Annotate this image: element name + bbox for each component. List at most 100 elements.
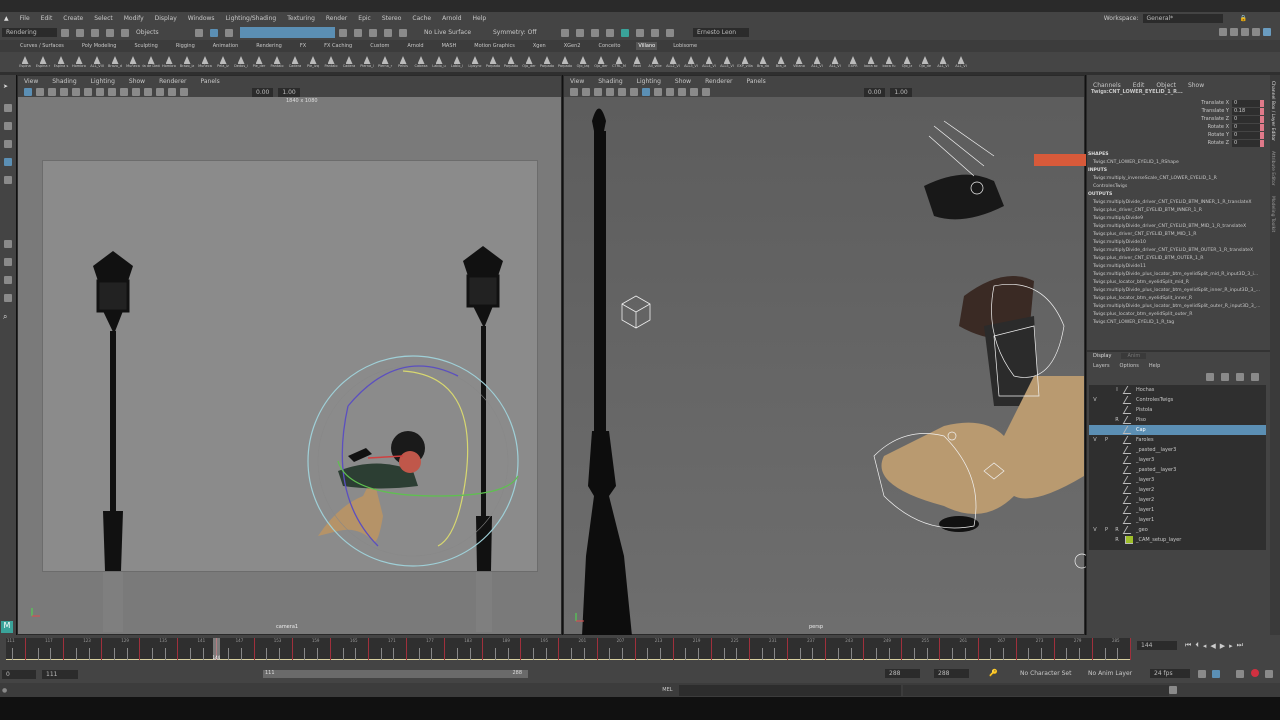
channel-name[interactable]: Rotate X xyxy=(1208,124,1229,130)
channel-row[interactable]: Rotate Z0 xyxy=(1087,139,1264,147)
layer-visibility-toggle[interactable]: V xyxy=(1089,397,1101,403)
layer-row[interactable]: _layer3 xyxy=(1089,475,1266,485)
shelf-button[interactable]: Pantalo xyxy=(268,56,286,68)
shelf-button[interactable]: Pierna_r xyxy=(376,56,394,68)
lasso-tool-icon[interactable] xyxy=(4,104,12,112)
shelf-tab[interactable]: XGen2 xyxy=(562,42,583,50)
layer-name[interactable]: _layer2 xyxy=(1136,487,1154,493)
layer-row[interactable]: _layer3 xyxy=(1089,455,1266,465)
channel-row[interactable]: Rotate X0 xyxy=(1087,123,1264,131)
rotate-tool-icon[interactable] xyxy=(4,158,12,166)
layer-name[interactable]: _pasted__layer3 xyxy=(1136,467,1176,473)
layer-color-swatch[interactable] xyxy=(1122,406,1136,414)
menu-lighting-shading[interactable]: Lighting/Shading xyxy=(226,15,277,22)
layer-name[interactable]: _geo xyxy=(1136,527,1148,533)
layer-row[interactable]: I Hochas xyxy=(1089,385,1266,395)
menu-set-select[interactable]: Rendering xyxy=(2,28,57,37)
shelf-button[interactable]: Labio_u xyxy=(430,56,448,68)
shelf-button[interactable]: Parpado xyxy=(538,56,556,68)
ipr-render-icon[interactable] xyxy=(591,28,599,37)
channel-menu-show[interactable]: Show xyxy=(1188,82,1204,89)
shelf-button[interactable]: Dedos_i xyxy=(232,56,250,68)
layer-row[interactable]: _layer2 xyxy=(1089,495,1266,505)
outliner-layout-icon[interactable] xyxy=(4,294,12,302)
viewport-persp[interactable]: View Shading Lighting Show Renderer Panels 0.… xyxy=(563,75,1086,636)
shelf-tab[interactable]: Poly Modeling xyxy=(80,42,119,50)
shelf-button[interactable]: Pie_izq xyxy=(304,56,322,68)
selection-mode-select[interactable]: Objects xyxy=(136,29,191,36)
shelf-tab[interactable]: FX xyxy=(298,42,308,50)
object-mode-icon[interactable] xyxy=(210,28,218,37)
shelf-button[interactable]: Brazo_d xyxy=(106,56,124,68)
menu-display[interactable]: Display xyxy=(155,15,177,22)
shelf-button[interactable]: Hombro xyxy=(160,56,178,68)
shelf-button[interactable]: Ojo_der xyxy=(592,56,610,68)
menu-epic[interactable]: Epic xyxy=(358,15,371,22)
output-node[interactable]: Twigs:multiplyDivide_plus_locator_btm_ey… xyxy=(1087,287,1270,295)
menu-texturing[interactable]: Texturing xyxy=(287,15,315,22)
live-surface-field[interactable]: No Live Surface xyxy=(424,29,479,36)
time-slider[interactable]: 111 117 123 129 135 141 147 153 159 165 171 177 183 1… xyxy=(6,638,1131,660)
shelf-button[interactable]: Hombro xyxy=(70,56,88,68)
pause-viewport-icon[interactable] xyxy=(666,28,674,37)
user-account-button[interactable]: Ernesto Leon xyxy=(693,28,749,37)
shelf-tab[interactable]: Animation xyxy=(211,42,241,50)
output-node[interactable]: Twigs:plus_locator_btm_eyelidSplit_mid_R xyxy=(1087,279,1270,287)
shelf-tab[interactable]: Custom xyxy=(368,42,391,50)
shelf-button[interactable]: Espina r xyxy=(34,56,52,68)
play-backwards-icon[interactable]: ◀ xyxy=(1210,642,1215,650)
menu-render[interactable]: Render xyxy=(326,15,347,22)
range-slider[interactable]: 111 288 xyxy=(263,670,528,678)
shelf-button[interactable]: Ojo_der xyxy=(520,56,538,68)
step-back-key-icon[interactable]: ◂ xyxy=(1203,642,1207,650)
layer-name[interactable]: _CAM_setup_layer xyxy=(1136,537,1181,543)
shelf-button[interactable]: Muñeca xyxy=(196,56,214,68)
layer-row[interactable]: _pasted__layer3 xyxy=(1089,465,1266,475)
shape-node[interactable]: Twigs:CNT_LOWER_EYELID_1_RShape xyxy=(1087,159,1270,167)
shelf-button[interactable]: ALL_VI xyxy=(952,56,970,68)
layer-reference-toggle[interactable]: R xyxy=(1112,417,1122,423)
sound-icon[interactable] xyxy=(1236,670,1244,678)
shelf-tab[interactable]: Curves / Surfaces xyxy=(18,42,66,50)
new-scene-icon[interactable] xyxy=(61,28,69,37)
shelf-button[interactable]: Ojo_de xyxy=(916,56,934,68)
layer-color-swatch[interactable] xyxy=(1122,456,1136,464)
move-tool-icon[interactable] xyxy=(4,140,12,148)
layer-color-swatch[interactable] xyxy=(1125,536,1133,544)
fps-select[interactable]: 24 fps xyxy=(1150,669,1190,678)
modeling-toolkit-icon[interactable] xyxy=(1219,28,1227,36)
shelf-button[interactable]: Cabeza xyxy=(412,56,430,68)
workspace-select[interactable]: General* xyxy=(1142,14,1223,23)
humanik-icon[interactable] xyxy=(1230,28,1238,36)
layer-reference-toggle[interactable]: I xyxy=(1112,387,1122,393)
shelf-button[interactable]: ALL4_VI xyxy=(700,56,718,68)
output-node[interactable]: Twigs:multiplyDivide10 xyxy=(1087,239,1270,247)
layer-row[interactable]: V P R _geo xyxy=(1089,525,1266,535)
auto-key-icon[interactable]: 🔑 xyxy=(989,669,998,677)
evaluation-icon[interactable] xyxy=(1251,669,1259,677)
output-node[interactable]: Twigs:multiplyDivide9 xyxy=(1087,215,1270,223)
shelf-button[interactable]: Root xyxy=(628,56,646,68)
hierarchy-mode-icon[interactable] xyxy=(195,28,203,37)
menu-cache[interactable]: Cache xyxy=(412,15,431,22)
channel-menu-object[interactable]: Object xyxy=(1156,82,1176,89)
shelf-button[interactable]: Pie_der xyxy=(250,56,268,68)
command-language-label[interactable]: MEL xyxy=(662,687,672,693)
snap-plane-icon[interactable] xyxy=(399,28,407,37)
layer-color-swatch[interactable] xyxy=(1122,486,1136,494)
layer-color-swatch[interactable] xyxy=(1122,426,1136,434)
layer-name[interactable]: Cap xyxy=(1136,427,1146,433)
animation-start-field[interactable]: 0 xyxy=(2,669,36,679)
shelf-tab[interactable]: Sculpting xyxy=(132,42,159,50)
output-node[interactable]: Twigs:multiplyDivide_driver_CNT_EYELID_B… xyxy=(1087,199,1270,207)
output-node[interactable]: Twigs:CNT_LOWER_EYELID_1_R_tag xyxy=(1087,319,1270,327)
shelf-button[interactable]: Brazo_iz xyxy=(178,56,196,68)
input-node[interactable]: Twigs:multiply_inverseScale_CNT_LOWER_EY… xyxy=(1087,175,1270,183)
attribute-editor-icon[interactable] xyxy=(1241,28,1249,36)
component-mode-icon[interactable] xyxy=(225,28,233,37)
layer-color-swatch[interactable] xyxy=(1122,446,1136,454)
menu-windows[interactable]: Windows xyxy=(188,15,215,22)
layer-color-swatch[interactable] xyxy=(1122,386,1136,394)
shelf-button[interactable]: Pierna_l xyxy=(358,56,376,68)
shelf-button[interactable]: Pela_iz xyxy=(214,56,232,68)
